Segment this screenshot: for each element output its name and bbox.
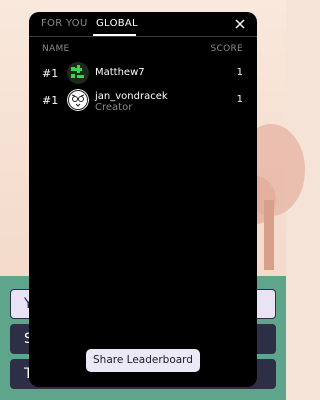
tab-bar: FOR YOU GLOBAL xyxy=(29,12,257,37)
player-score: 1 xyxy=(236,67,243,78)
close-icon[interactable] xyxy=(233,17,247,31)
tab-global[interactable]: GLOBAL xyxy=(96,18,138,29)
leaderboard-row[interactable]: #1 Matthew7 1 xyxy=(29,61,257,87)
owl-face-icon xyxy=(67,89,89,111)
column-header-score: SCORE xyxy=(210,44,243,54)
green-blocks-icon xyxy=(67,62,89,84)
share-leaderboard-button[interactable]: Share Leaderboard xyxy=(86,349,200,372)
rank-label: #1 xyxy=(42,94,59,107)
player-score: 1 xyxy=(236,94,243,105)
column-header-name: NAME xyxy=(42,44,70,54)
leaderboard-modal: FOR YOU GLOBAL NAME SCORE #1 Matthew7 1 … xyxy=(29,12,257,387)
leaderboard-row[interactable]: #1 jan_vondracek Creator 1 xyxy=(29,88,257,114)
rank-label: #1 xyxy=(42,67,59,80)
tab-divider xyxy=(29,36,257,37)
tab-for-you[interactable]: FOR YOU xyxy=(41,18,88,29)
player-name: Matthew7 xyxy=(95,67,145,78)
player-name: jan_vondracek xyxy=(95,91,168,102)
player-role: Creator xyxy=(95,102,133,113)
